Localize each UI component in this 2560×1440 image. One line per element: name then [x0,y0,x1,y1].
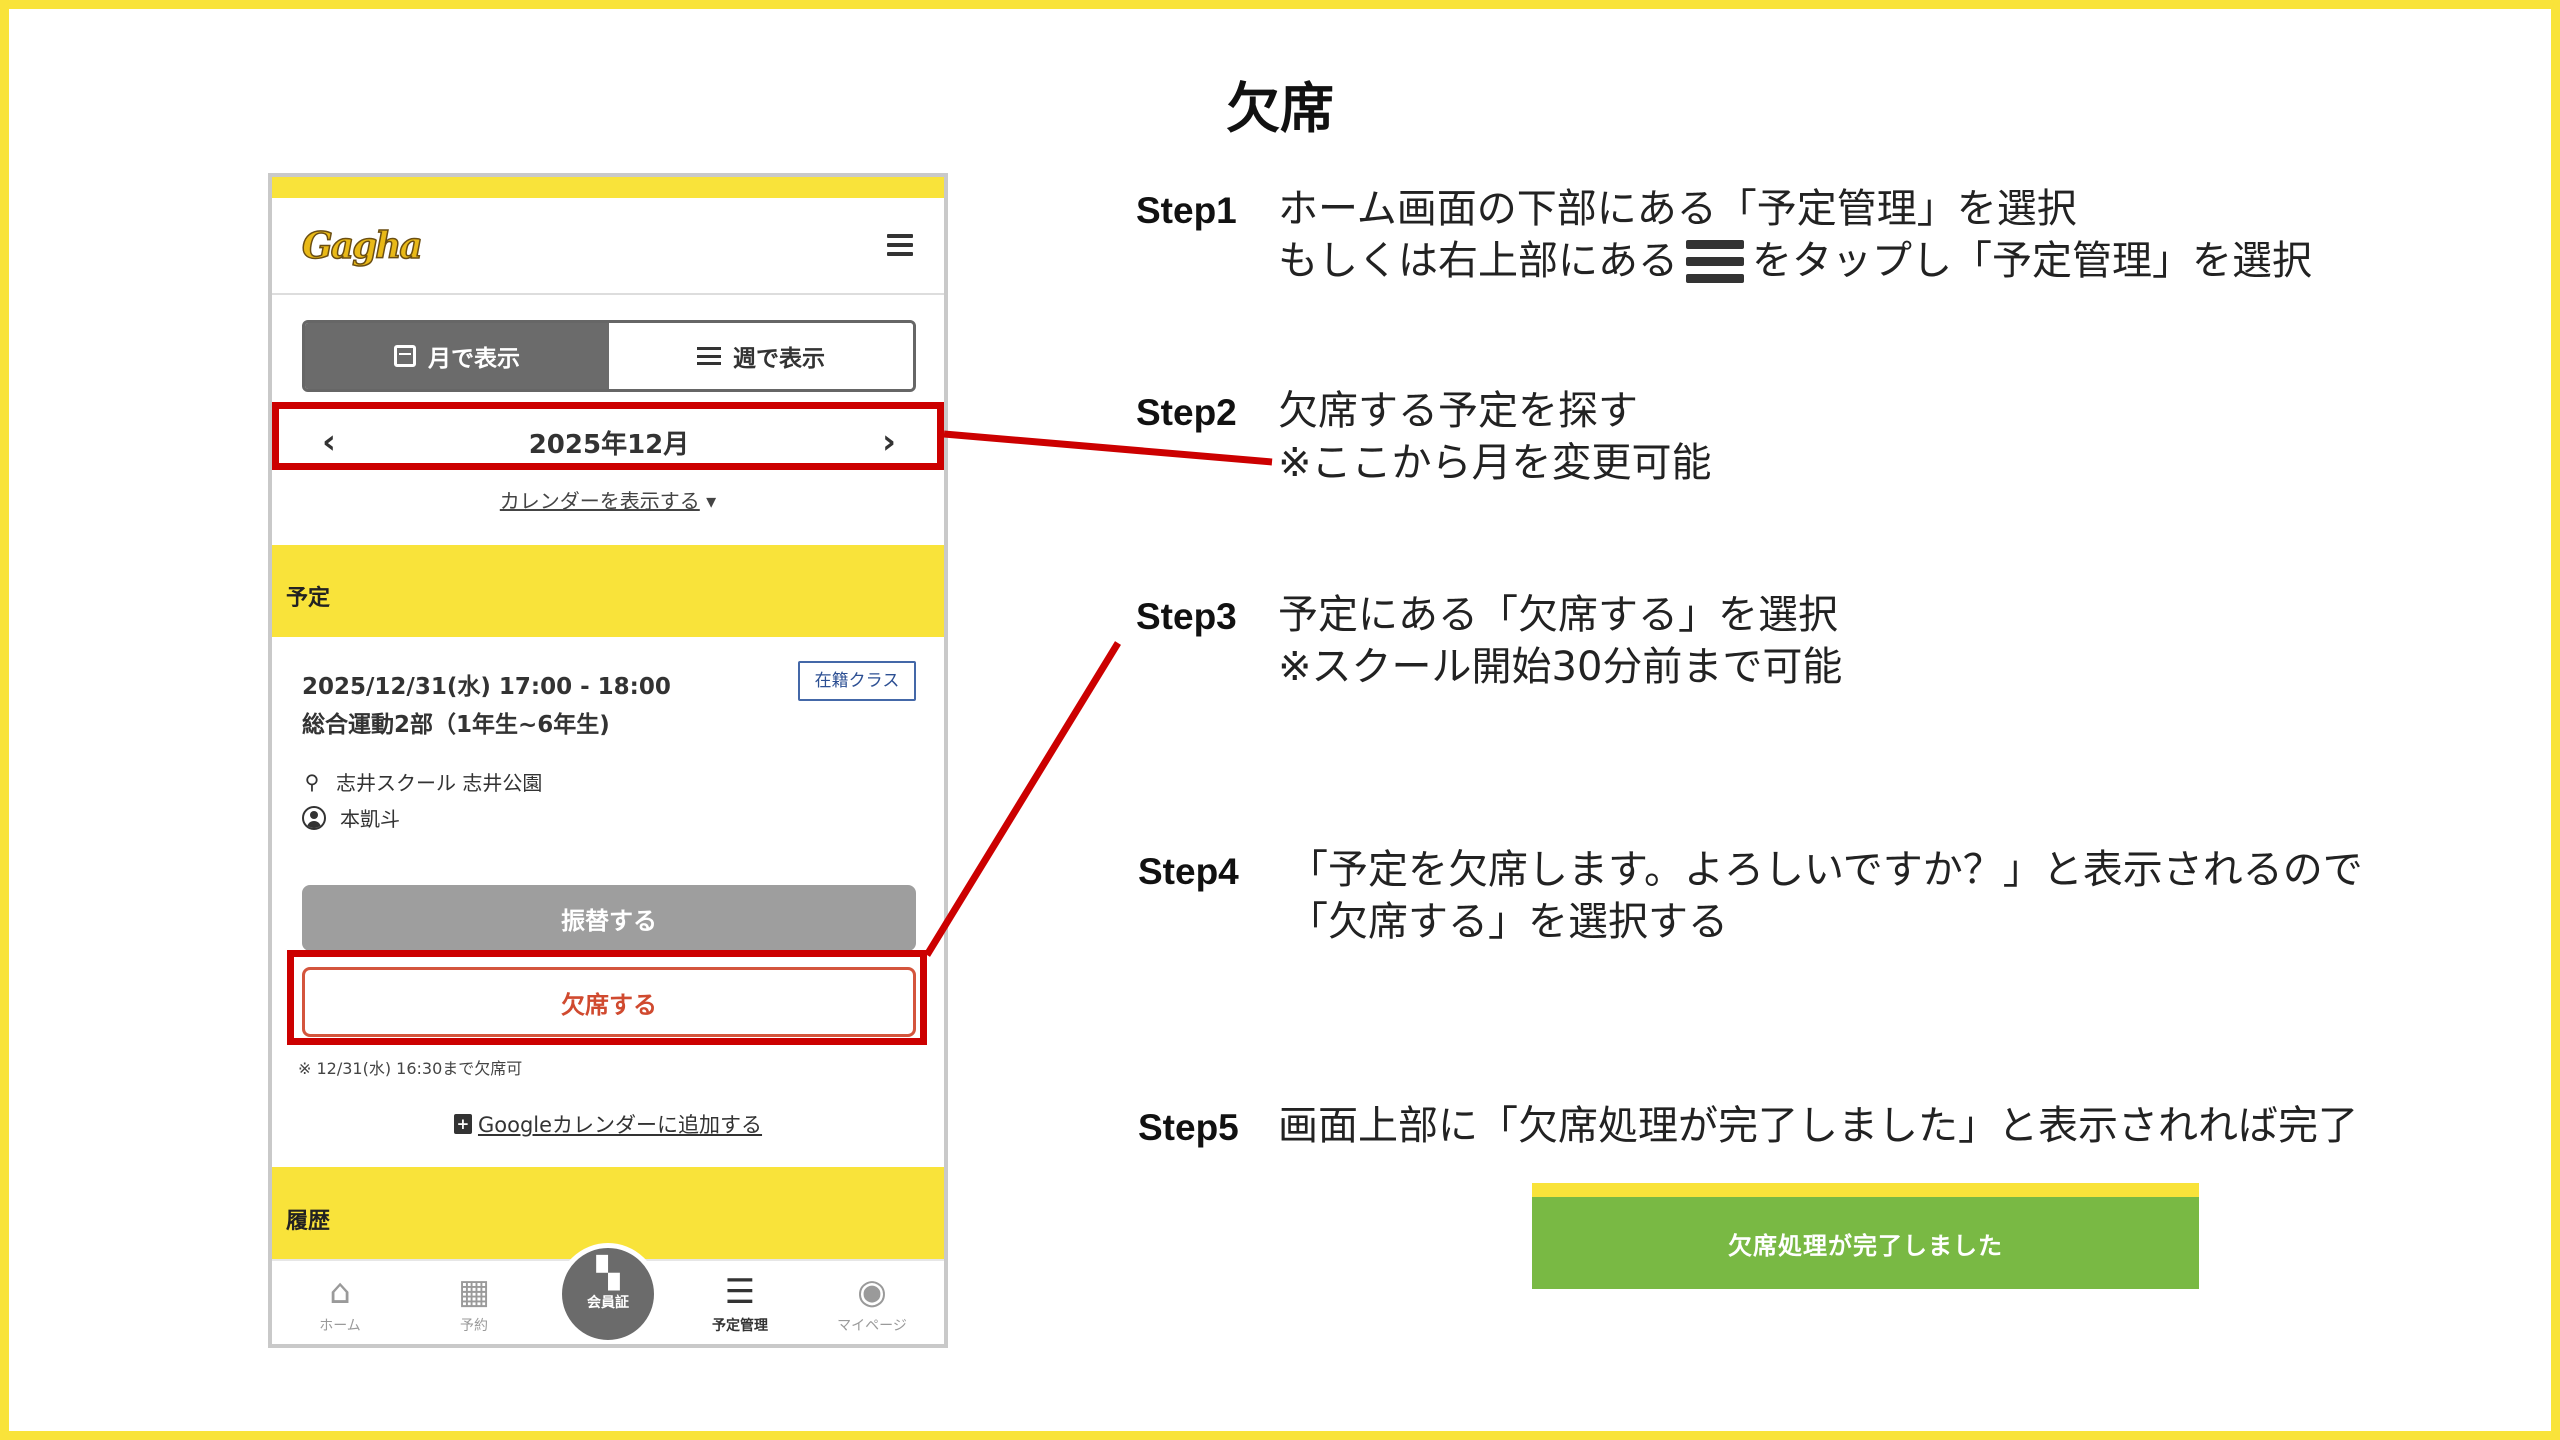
step3-text: 予定にある「欠席する」を選択 ※スクール開始30分前まで可能 [1278,589,1842,693]
app-top-bar [272,177,944,198]
transfer-button[interactable]: 振替する [302,885,916,951]
step2-label: Step2 [1136,392,1237,433]
step4-text: 「予定を欠席します。よろしいですか？」と表示されるので 「欠席する」を選択する [1288,844,2363,948]
phone-mockup: Gagha 月で表示 週で表示 ‹ 2025年12月 › カレンダーを表示する … [268,173,948,1348]
header-divider [272,293,944,295]
nav-mypage[interactable]: ◉ マイページ [822,1273,922,1335]
bottom-nav: ⌂ ホーム ▦ 予約 ▚ 会員証 ☰ 予定管理 ◉ マイページ [272,1243,944,1344]
step3-line2: ※スクール開始30分前まで可能 [1278,644,1843,690]
nav-member-card[interactable]: ▚ 会員証 [557,1243,659,1344]
step3-label: Step3 [1136,596,1237,637]
step3-line1: 予定にある「欠席する」を選択 [1278,592,1838,638]
user-circle-icon: ◉ [857,1272,887,1312]
caret-down-icon: ▾ [706,489,717,513]
step2-line1: 欠席する予定を探す [1278,388,1638,434]
step2-line2: ※ここから月を変更可能 [1278,440,1712,486]
step1-line1: ホーム画面の下部にある「予定管理」を選択 [1278,186,2077,232]
list-icon: ☰ [724,1272,756,1312]
event-datetime: 2025/12/31(水) 17:00 - 18:00 [302,674,671,700]
show-calendar-link[interactable]: カレンダーを表示する ▾ [272,485,944,514]
location-text: 志井スクール 志井公園 [336,771,543,795]
month-view-button[interactable]: 月で表示 [305,323,609,389]
calendar-add-icon [453,1114,472,1134]
show-calendar-label: カレンダーを表示する [499,489,700,513]
nav-reserve[interactable]: ▦ 予約 [424,1273,524,1335]
step5-label: Step5 [1138,1107,1239,1148]
class-badge: 在籍クラス [798,661,916,701]
absence-deadline-note: ※ 12/31(水) 16:30まで欠席可 [298,1059,523,1078]
month-view-label: 月で表示 [428,346,520,372]
step1-text: ホーム画面の下部にある「予定管理」を選択 もしくは右上部にある をタップし「予定管… [1278,183,2312,287]
calendar-grid-icon: ▦ [457,1272,491,1312]
coach-text: 本凱斗 [340,807,400,831]
step1-label: Step1 [1136,190,1237,231]
completion-toast: 欠席処理が完了しました [1532,1197,2199,1289]
event-coach: 本凱斗 [302,803,400,832]
event-name: 総合運動2部（1年生~6年生) [302,712,610,738]
toast-top-bar [1532,1183,2199,1197]
home-icon: ⌂ [329,1272,351,1312]
app-logo[interactable]: Gagha [301,224,423,275]
step5-text: 画面上部に「欠席処理が完了しました」と表示されれば完了 [1278,1100,2358,1152]
step2-text: 欠席する予定を探す ※ここから月を変更可能 [1278,385,1712,489]
google-calendar-link[interactable]: Googleカレンダーに追加する [272,1109,944,1139]
step4-line1: 「予定を欠席します。よろしいですか？」と表示されるので [1288,847,2363,893]
hamburger-menu-icon[interactable] [887,234,913,256]
slide-title: 欠席 [1226,77,1334,140]
google-calendar-label: Googleカレンダーに追加する [477,1113,763,1137]
week-view-label: 週で表示 [733,346,825,372]
event-location: ⚲ 志井スクール 志井公園 [302,767,543,796]
nav-home[interactable]: ⌂ ホーム [290,1273,390,1335]
hamburger-menu-icon [1686,240,1744,286]
month-navigator-highlight [272,402,944,470]
nav-schedule-management[interactable]: ☰ 予定管理 [690,1273,790,1335]
week-view-button[interactable]: 週で表示 [609,323,913,389]
person-icon [302,805,326,830]
absent-button-highlight [287,950,927,1045]
step4-line2: 「欠席する」を選択する [1288,899,1728,945]
location-pin-icon: ⚲ [304,769,320,794]
calendar-icon [394,345,416,367]
step1-line2: もしくは右上部にある をタップし「予定管理」を選択 [1278,238,2312,286]
schedule-section-header: 予定 [272,545,944,637]
step5-line1: 画面上部に「欠席処理が完了しました」と表示されれば完了 [1278,1103,2358,1149]
view-toggle: 月で表示 週で表示 [302,320,916,392]
qr-code-icon: ▚ [596,1256,620,1291]
list-icon [697,347,721,365]
completion-toast-preview: 欠席処理が完了しました [1532,1183,2199,1289]
step4-label: Step4 [1138,851,1239,892]
